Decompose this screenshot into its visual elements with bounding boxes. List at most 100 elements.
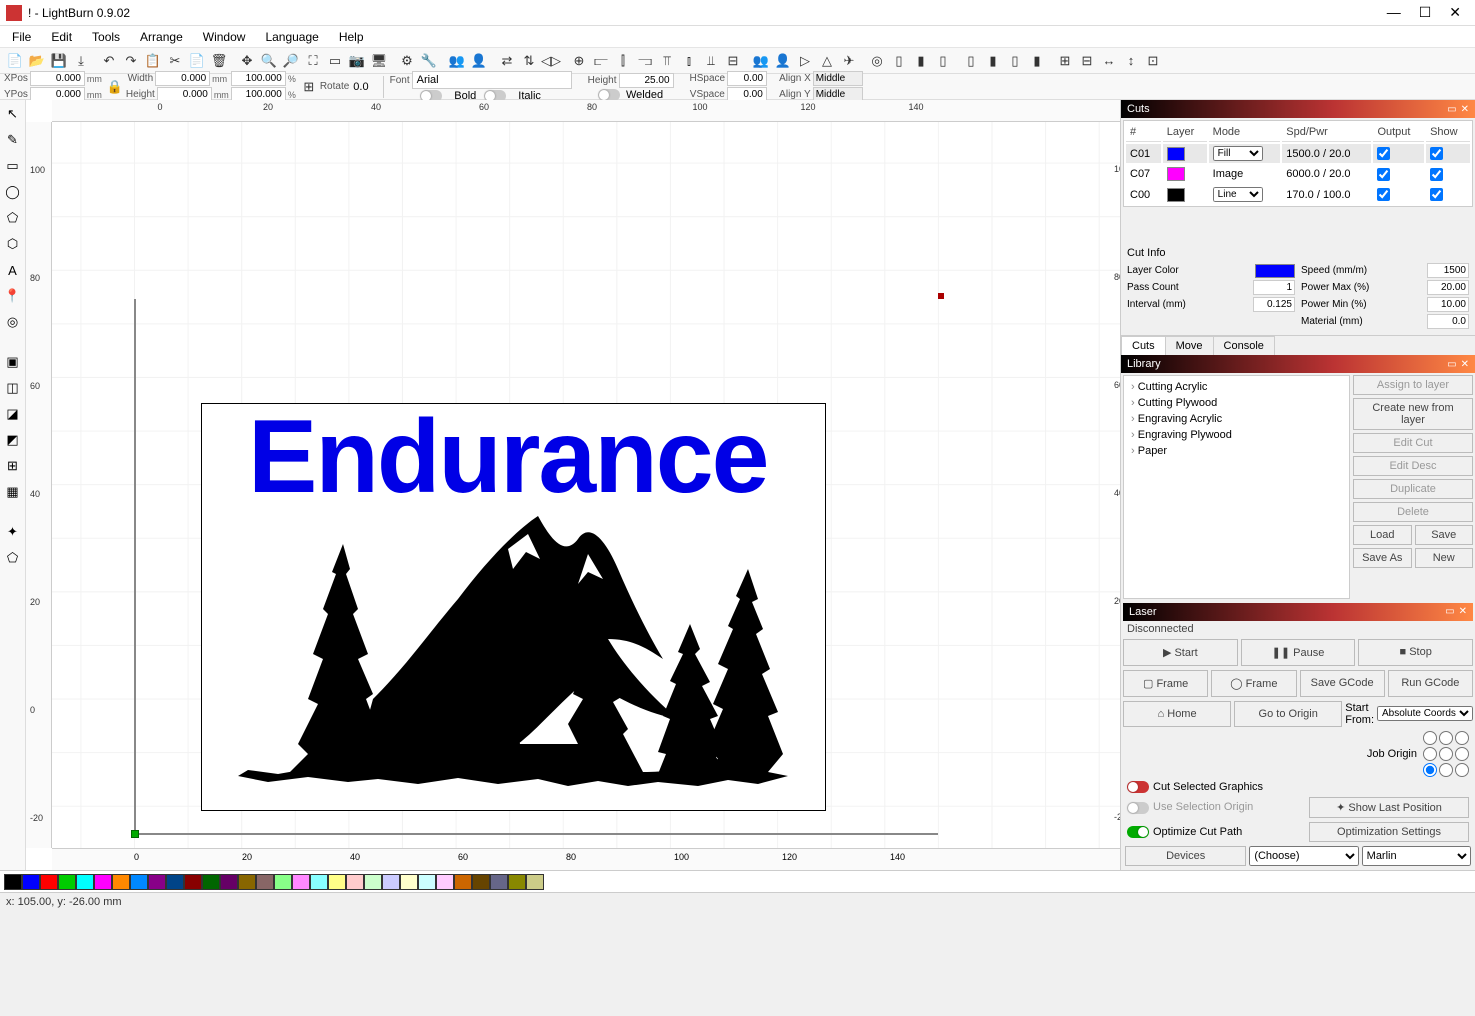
mirror-h2-icon[interactable]: ▷ [794,50,816,72]
zoom-out-icon[interactable]: 🔎 [280,50,302,72]
palette-color-20[interactable] [364,874,382,890]
tab-move[interactable]: Move [1165,336,1214,355]
show-checkbox[interactable] [1430,188,1443,201]
tab-console[interactable]: Console [1213,336,1275,355]
align-right-icon[interactable]: ⫎ [634,50,656,72]
position-tool-icon[interactable]: 📍 [3,286,23,306]
align-set2-icon[interactable]: ▮ [910,50,932,72]
mirror-v2-icon[interactable]: △ [816,50,838,72]
device-settings-icon[interactable]: 🔧 [418,50,440,72]
speed-input[interactable]: 1500 [1427,263,1469,278]
rectangle-icon[interactable]: ▭ [3,156,23,176]
device-select[interactable]: (Choose) [1249,846,1358,866]
delete-button[interactable]: Delete [1353,502,1473,522]
start-button[interactable]: ▶ Start [1123,639,1238,666]
save-icon[interactable]: 💾 [48,50,70,72]
copy-icon[interactable]: 📋 [142,50,164,72]
palette-color-26[interactable] [472,874,490,890]
cut-selected-toggle[interactable] [1127,781,1149,793]
saveas-button[interactable]: Save As [1353,548,1412,568]
lib-item[interactable]: Paper [1127,443,1346,459]
align-hcenter-icon[interactable]: ⫿ [612,50,634,72]
new-button[interactable]: New [1415,548,1474,568]
palette-color-4[interactable] [76,874,94,890]
panel-close-icon[interactable]: ✕ [1459,606,1467,617]
panel-undock-icon[interactable]: ▭ [1445,606,1454,617]
duplicate-button[interactable]: Duplicate [1353,479,1473,499]
home-button[interactable]: ⌂ Home [1123,701,1231,727]
weld-icon[interactable]: ▣ [3,352,23,372]
align-bottom-icon[interactable]: ⫫ [700,50,722,72]
settings-icon[interactable]: ⚙ [396,50,418,72]
panel-close-icon[interactable]: ✕ [1461,104,1469,115]
palette-color-1[interactable] [22,874,40,890]
maximize-button[interactable]: ☐ [1419,4,1432,21]
select-tool-icon[interactable]: ↖ [3,104,23,124]
ellipse-icon[interactable]: ◯ [3,182,23,202]
mountain-silhouette[interactable] [228,504,794,794]
edit-start-icon[interactable]: ✦ [3,522,23,542]
menu-window[interactable]: Window [195,28,254,46]
boolean-icon[interactable]: ◫ [3,378,23,398]
palette-color-0[interactable] [4,874,22,890]
cut-row-c00[interactable]: C00 Line 170.0 / 100.0 [1126,185,1470,204]
palette-color-29[interactable] [526,874,544,890]
endurance-text[interactable]: Endurance [248,398,767,517]
dist-v-icon[interactable]: ⊟ [1076,50,1098,72]
selection-icon[interactable]: ▭ [324,50,346,72]
palette-color-24[interactable] [436,874,454,890]
palette-color-16[interactable] [292,874,310,890]
material-input[interactable]: 0.0 [1427,314,1469,329]
canvas[interactable]: 0 20 40 60 80 100 120 140 100 80 60 40 2… [26,100,1120,870]
design-content[interactable]: Endurance [201,403,826,811]
import-icon[interactable]: ⤓ [70,50,92,72]
minimize-button[interactable]: — [1387,4,1401,21]
opt-settings-button[interactable]: Optimization Settings [1309,822,1469,842]
edit-nodes-icon[interactable]: ⬡ [3,234,23,254]
output-checkbox[interactable] [1377,188,1390,201]
text-height-input[interactable]: 25.00 [619,73,674,88]
zoom-frame-icon[interactable]: ⛶ [302,50,324,72]
paste-icon[interactable]: 📄 [186,50,208,72]
text-tool-icon[interactable]: A [3,260,23,280]
menu-arrange[interactable]: Arrange [132,28,191,46]
edit-cut-button[interactable]: Edit Cut [1353,433,1473,453]
pmin-input[interactable]: 10.00 [1427,297,1469,312]
distribute-icon[interactable]: ⊟ [722,50,744,72]
frame-circle-button[interactable]: ◯ Frame [1211,670,1296,697]
create-new-button[interactable]: Create new from layer [1353,398,1473,430]
open-icon[interactable]: 📂 [26,50,48,72]
assign-to-layer-button[interactable]: Assign to layer [1353,375,1473,395]
group-icon[interactable]: 👥 [446,50,468,72]
lock-icon[interactable]: 🔒 [104,76,126,98]
save-gcode-button[interactable]: Save GCode [1300,670,1385,697]
polygon-icon[interactable]: ⬠ [3,208,23,228]
bar1-icon[interactable]: ▯ [960,50,982,72]
pause-button[interactable]: ❚❚ Pause [1241,639,1356,666]
panel-undock-icon[interactable]: ▭ [1447,359,1456,370]
close-button[interactable]: ✕ [1449,4,1461,21]
align-vcenter-icon[interactable]: ⫾ [678,50,700,72]
alignx-select[interactable]: Middle [813,71,863,86]
align-set3-icon[interactable]: ▯ [932,50,954,72]
menu-language[interactable]: Language [257,28,326,46]
boolean2-icon[interactable]: ◪ [3,404,23,424]
width-input[interactable]: 0.000 [155,71,210,86]
palette-color-28[interactable] [508,874,526,890]
use-selection-origin-toggle[interactable] [1127,802,1149,814]
bar3-icon[interactable]: ▯ [1004,50,1026,72]
output-checkbox[interactable] [1377,147,1390,160]
align-top-icon[interactable]: ⫪ [656,50,678,72]
palette-color-27[interactable] [490,874,508,890]
palette-color-15[interactable] [274,874,292,890]
undo-icon[interactable]: ↶ [98,50,120,72]
hspace-input[interactable]: 0.00 [727,71,767,86]
target-icon[interactable]: ◎ [866,50,888,72]
palette-color-19[interactable] [346,874,364,890]
palette-color-25[interactable] [454,874,472,890]
welded-toggle[interactable] [598,89,620,101]
palette-color-13[interactable] [238,874,256,890]
ungroup2-icon[interactable]: 👤 [772,50,794,72]
trace-icon[interactable]: ⬠ [3,548,23,568]
palette-color-23[interactable] [418,874,436,890]
